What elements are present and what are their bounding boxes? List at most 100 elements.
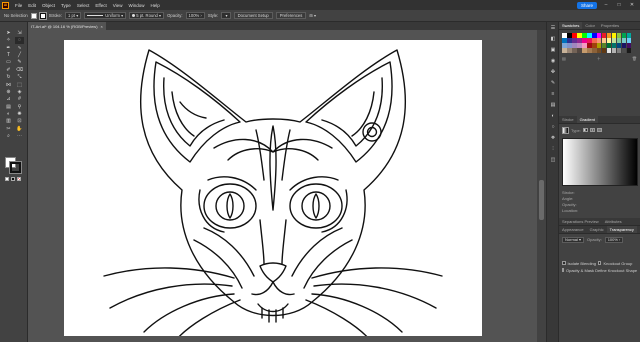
color-swatch[interactable] <box>601 42 607 48</box>
radial-gradient-button[interactable] <box>589 128 595 133</box>
color-swatch[interactable] <box>621 37 627 43</box>
share-button[interactable]: Share <box>576 1 597 9</box>
color-swatch[interactable] <box>581 37 587 43</box>
color-swatch[interactable] <box>591 37 597 43</box>
mesh-tool-icon[interactable]: # <box>15 97 24 104</box>
color-swatch[interactable] <box>586 33 592 38</box>
opacity-field[interactable]: 100% › <box>185 12 205 19</box>
document-setup-button[interactable]: Document Setup <box>233 12 273 19</box>
zoom-tool-icon[interactable]: ⌕ <box>4 133 13 140</box>
color-swatch[interactable] <box>626 33 632 38</box>
color-swatch[interactable] <box>576 47 582 53</box>
width-tool-icon[interactable]: ⋈ <box>4 82 13 89</box>
menu-object[interactable]: Object <box>42 3 55 8</box>
color-swatch[interactable] <box>626 37 632 43</box>
color-swatch[interactable] <box>566 33 572 38</box>
maximize-icon[interactable]: □ <box>615 2 623 8</box>
color-swatch[interactable] <box>571 47 577 53</box>
color-swatch[interactable] <box>566 47 572 53</box>
style-dropdown[interactable]: ▾ <box>221 12 231 19</box>
color-swatch[interactable] <box>626 47 632 53</box>
color-swatch[interactable] <box>562 33 567 38</box>
tab-appearance[interactable]: Appearance <box>559 226 587 233</box>
graph-tool-icon[interactable]: ▥ <box>4 119 13 126</box>
color-swatch[interactable] <box>621 47 627 53</box>
paintbrush-tool-icon[interactable]: ✎ <box>15 60 24 67</box>
gradient-tool-icon[interactable]: ▤ <box>4 104 13 111</box>
menu-help[interactable]: Help <box>150 3 159 8</box>
color-swatch[interactable] <box>601 37 607 43</box>
gradient-mode-icon[interactable] <box>11 177 15 181</box>
menu-file[interactable]: File <box>15 3 22 8</box>
opacity-mask-checkbox[interactable] <box>562 268 564 272</box>
shape-builder-tool-icon[interactable]: ⊕ <box>4 89 13 96</box>
color-swatch[interactable] <box>586 42 592 48</box>
color-swatch[interactable] <box>596 42 602 48</box>
edit-toolbar-icon[interactable]: ⋯ <box>15 133 24 140</box>
vertical-scrollbar[interactable] <box>537 30 546 342</box>
menu-view[interactable]: View <box>113 3 123 8</box>
menu-edit[interactable]: Edit <box>28 3 36 8</box>
tab-graphic[interactable]: Graphic <box>587 226 607 233</box>
blend-tool-icon[interactable]: ◐ <box>4 111 13 118</box>
color-swatch[interactable] <box>606 42 612 48</box>
linear-gradient-button[interactable] <box>582 128 588 133</box>
tab-stroke[interactable]: Stroke <box>559 116 577 123</box>
lasso-tool-icon[interactable]: ◌ <box>15 37 24 44</box>
hand-tool-icon[interactable]: ✋ <box>15 126 24 133</box>
stroke-weight-field[interactable]: 1 pt ▾ <box>65 12 82 19</box>
rotate-tool-icon[interactable]: ↻ <box>4 74 13 81</box>
swatch-library-icon[interactable]: ▤ <box>562 56 566 62</box>
color-swatch[interactable] <box>576 33 582 38</box>
color-swatch[interactable] <box>576 42 582 48</box>
transparency-opacity-field[interactable]: 100% › <box>604 236 624 243</box>
perspective-grid-tool-icon[interactable]: ⊿ <box>4 97 13 104</box>
none-mode-icon[interactable] <box>17 177 21 181</box>
color-swatch[interactable] <box>596 47 602 53</box>
color-swatch[interactable] <box>562 47 567 53</box>
tab-swatches[interactable]: Swatches <box>559 22 583 29</box>
shaper-tool-icon[interactable]: ✐ <box>4 67 13 74</box>
stroke-profile-dropdown[interactable]: Uniform ▾ <box>84 12 127 19</box>
tab-separations-preview[interactable]: Separations Preview <box>559 218 602 225</box>
color-swatch[interactable] <box>611 37 617 43</box>
color-swatch[interactable] <box>571 33 577 38</box>
direct-selection-tool-icon[interactable]: ⇲ <box>15 30 24 37</box>
color-swatch[interactable] <box>611 47 617 53</box>
color-swatch[interactable] <box>616 33 622 38</box>
color-swatch[interactable] <box>611 42 617 48</box>
color-swatch[interactable] <box>576 37 582 43</box>
color-swatch[interactable] <box>566 42 572 48</box>
color-swatch[interactable] <box>596 37 602 43</box>
color-swatch[interactable] <box>616 37 622 43</box>
color-swatch[interactable] <box>616 42 622 48</box>
fill-swatch[interactable] <box>30 12 37 19</box>
close-tab-icon[interactable]: × <box>101 24 103 29</box>
brush-dropdown[interactable]: 5 pt. Round ▾ <box>129 12 165 19</box>
symbol-sprayer-tool-icon[interactable]: ✺ <box>15 111 24 118</box>
rectangle-tool-icon[interactable]: ▭ <box>4 60 13 67</box>
color-swatch[interactable] <box>626 42 632 48</box>
color-swatch[interactable] <box>571 42 577 48</box>
pen-tool-icon[interactable]: ✒ <box>4 45 13 52</box>
close-window-icon[interactable]: ✕ <box>628 2 636 8</box>
scale-tool-icon[interactable]: ⤡ <box>15 74 24 81</box>
isolate-blending-checkbox[interactable] <box>562 261 566 265</box>
eraser-tool-icon[interactable]: ⌫ <box>15 67 24 74</box>
color-swatch[interactable] <box>606 33 612 38</box>
color-swatch[interactable] <box>606 37 612 43</box>
color-swatch[interactable] <box>586 37 592 43</box>
freeform-gradient-button[interactable] <box>596 128 602 133</box>
color-swatch[interactable] <box>566 37 572 43</box>
delete-swatch-icon[interactable]: 🗑 <box>632 56 637 62</box>
stroke-swatch[interactable] <box>38 11 47 20</box>
eyedropper-tool-icon[interactable]: ⚲ <box>15 104 24 111</box>
gradient-ramp[interactable] <box>562 137 638 186</box>
new-swatch-icon[interactable]: ＋ <box>597 56 601 62</box>
type-tool-icon[interactable]: T <box>4 52 13 59</box>
slice-tool-icon[interactable]: ✂ <box>4 126 13 133</box>
color-swatch[interactable] <box>596 33 602 38</box>
curvature-tool-icon[interactable]: ∿ <box>15 45 24 52</box>
color-swatch[interactable] <box>616 47 622 53</box>
menu-effect[interactable]: Effect <box>95 3 106 8</box>
